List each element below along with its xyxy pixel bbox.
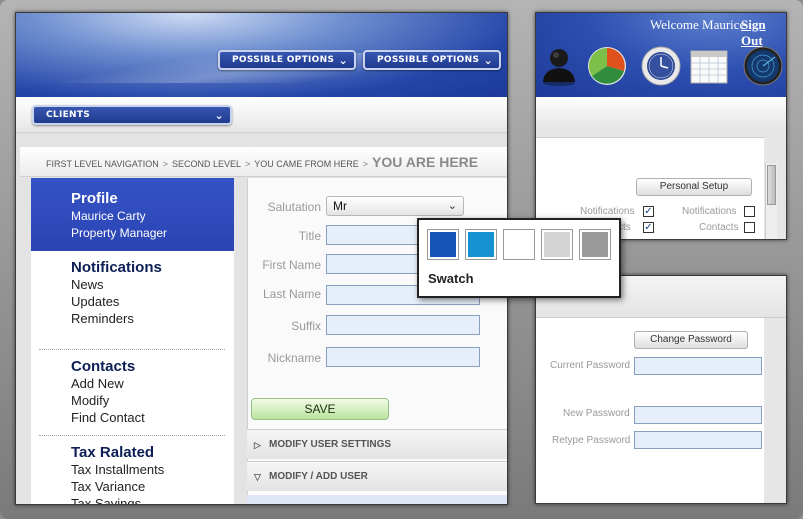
salutation-label: Salutation	[267, 200, 321, 214]
nickname-input[interactable]	[326, 347, 480, 367]
swatch-title: Swatch	[428, 271, 474, 286]
current-password-input[interactable]	[634, 357, 762, 375]
account-panel: Welcome Maurice Sign Out Personal Setup …	[535, 12, 787, 240]
clients-dropdown[interactable]: CLIENTS ⌄	[32, 105, 232, 125]
profile-title: Profile	[71, 190, 118, 207]
chevron-right-icon: ▷	[254, 440, 261, 450]
save-button[interactable]: SAVE	[251, 398, 389, 420]
profile-name: Maurice Carty	[71, 209, 146, 223]
sidebar-profile[interactable]: Profile Maurice Carty Property Manager	[31, 178, 234, 251]
salutation-select[interactable]: Mr ⌄	[326, 196, 464, 216]
notifications-label: Notifications	[682, 206, 737, 217]
clients-label: CLIENTS	[46, 110, 91, 120]
contacts-checkbox-2[interactable]	[744, 222, 755, 233]
sidebar-item-tax-installments[interactable]: Tax Installments	[71, 461, 164, 478]
sidebar-item-tax-savings[interactable]: Tax Savings	[71, 495, 164, 504]
chevron-down-icon: ⌄	[214, 109, 224, 122]
breadcrumb-second[interactable]: SECOND LEVEL	[172, 159, 241, 169]
retype-password-label: Retype Password	[552, 435, 631, 446]
radar-icon[interactable]	[742, 45, 784, 87]
contacts-heading[interactable]: Contacts	[71, 358, 145, 375]
chevron-down-icon: ▽	[254, 472, 261, 482]
possible-options-dropdown-2[interactable]: POSSIBLE OPTIONS ⌄	[363, 50, 501, 70]
dropdown-label: POSSIBLE OPTIONS	[377, 55, 480, 65]
notifications-checkbox-1[interactable]: ✓	[643, 206, 654, 217]
possible-options-dropdown-1[interactable]: POSSIBLE OPTIONS ⌄	[218, 50, 356, 70]
sidebar-section-tax: Tax Ralated Tax Installments Tax Varianc…	[71, 444, 164, 504]
first-name-label: First Name	[262, 258, 321, 272]
accordion-label: MODIFY / ADD USER	[269, 471, 368, 482]
chevron-down-icon: ⌄	[447, 200, 457, 212]
sidebar-item-modify[interactable]: Modify	[71, 392, 145, 409]
swatch-color-3[interactable]	[503, 229, 535, 260]
personal-setup-button[interactable]: Personal Setup	[636, 178, 752, 196]
new-password-label: New Password	[563, 408, 630, 419]
divider	[39, 349, 225, 350]
suffix-input[interactable]	[326, 315, 480, 335]
sidebar-item-find-contact[interactable]: Find Contact	[71, 409, 145, 426]
pie-chart-icon[interactable]	[586, 45, 628, 87]
breadcrumb-first[interactable]: FIRST LEVEL NAVIGATION	[46, 159, 159, 169]
sidebar-item-reminders[interactable]: Reminders	[71, 310, 162, 327]
last-name-label: Last Name	[262, 287, 321, 301]
tax-heading[interactable]: Tax Ralated	[71, 444, 164, 461]
user-icon[interactable]	[538, 45, 580, 87]
contacts-label: Contacts	[699, 222, 739, 233]
notifications-checkbox-2[interactable]	[744, 206, 755, 217]
breadcrumb-separator: >	[245, 159, 251, 169]
accordion-label: MODIFY USER SETTINGS	[269, 439, 392, 450]
current-password-label: Current Password	[550, 360, 631, 371]
title-label: Title	[298, 229, 321, 243]
sidebar-item-tax-variance[interactable]: Tax Variance	[71, 478, 164, 495]
sidebar-item-updates[interactable]: Updates	[71, 293, 162, 310]
retype-password-input[interactable]	[634, 431, 762, 449]
password-side-strip	[764, 318, 786, 503]
sidebar-item-add-new[interactable]: Add New	[71, 375, 145, 392]
change-password-button[interactable]: Change Password	[634, 331, 748, 349]
welcome-text: Welcome Maurice	[650, 17, 746, 32]
account-toolbar	[536, 97, 786, 127]
swatch-color-5[interactable]	[579, 229, 611, 260]
sidebar-section-contacts: Contacts Add New Modify Find Contact	[71, 358, 145, 426]
breadcrumb-separator: >	[362, 159, 369, 169]
profile-role: Property Manager	[71, 226, 168, 240]
swatch-color-2[interactable]	[465, 229, 497, 260]
notifications-label: Notifications	[580, 206, 635, 217]
breadcrumb-current: YOU ARE HERE	[372, 154, 479, 170]
notifications-heading[interactable]: Notifications	[71, 259, 162, 276]
chevron-down-icon: ⌄	[338, 54, 348, 67]
nickname-label: Nickname	[267, 351, 321, 365]
clock-icon[interactable]	[640, 45, 682, 87]
swatch-popup: Swatch	[417, 218, 621, 298]
calendar-icon[interactable]	[688, 45, 730, 87]
sidebar-item-news[interactable]: News	[71, 276, 162, 293]
accordion-content	[247, 495, 507, 504]
suffix-label: Suffix	[291, 319, 321, 333]
divider	[39, 435, 225, 436]
contacts-checkbox-1[interactable]: ✓	[643, 222, 654, 233]
breadcrumb: FIRST LEVEL NAVIGATION > SECOND LEVEL > YOU …	[46, 154, 478, 170]
password-panel: Change Password Current Password New Pas…	[535, 275, 787, 504]
scrollbar-thumb[interactable]	[767, 165, 776, 205]
swatch-color-4[interactable]	[541, 229, 573, 260]
scrollbar[interactable]	[765, 163, 777, 239]
dropdown-label: POSSIBLE OPTIONS	[232, 55, 335, 65]
breadcrumb-separator: >	[162, 159, 168, 169]
sidebar-nav: Profile Maurice Carty Property Manager N…	[31, 178, 234, 504]
new-password-input[interactable]	[634, 406, 762, 424]
breadcrumb-came-from[interactable]: YOU CAME FROM HERE	[254, 159, 359, 169]
accordion-modify-add-user[interactable]: ▽ MODIFY / ADD USER	[247, 461, 507, 491]
sidebar-section-notifications: Notifications News Updates Reminders	[71, 259, 162, 327]
accordion-modify-user-settings[interactable]: ▷ MODIFY USER SETTINGS	[247, 429, 507, 459]
swatch-color-1[interactable]	[427, 229, 459, 260]
salutation-value: Mr	[333, 199, 347, 213]
chevron-down-icon: ⌄	[483, 54, 493, 67]
